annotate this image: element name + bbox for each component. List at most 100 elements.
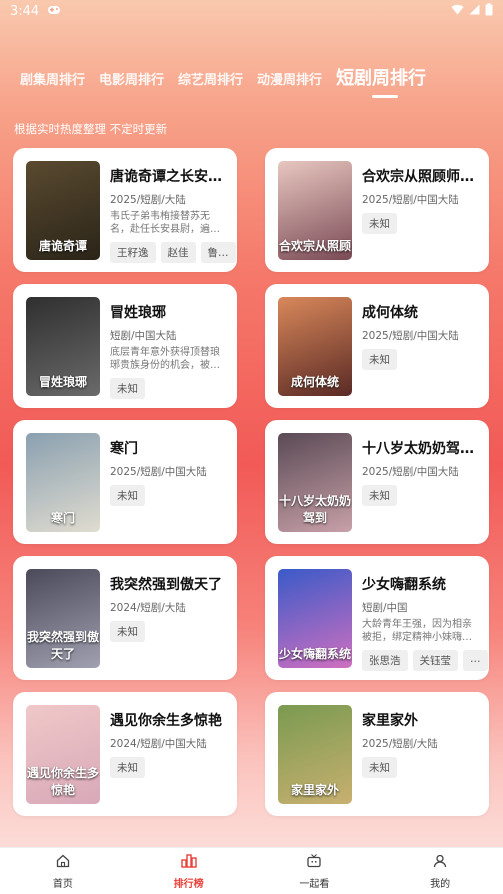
tab-anime[interactable]: 动漫周排行 bbox=[257, 69, 322, 98]
drama-title[interactable]: 家里家外 bbox=[362, 710, 479, 730]
cast-chip[interactable]: 赵佳 bbox=[160, 242, 196, 263]
drama-description: 大龄青年王强，因为相亲被拒，绑定精神小妹嗨… bbox=[362, 619, 472, 643]
cast-chips: 未知 bbox=[362, 485, 479, 506]
drama-meta: 2024/短剧/中国大陆 bbox=[110, 738, 207, 750]
cast-chip[interactable]: 王籽逸 bbox=[110, 242, 156, 263]
drama-poster[interactable]: 成何体统 bbox=[278, 297, 352, 396]
drama-meta: 短剧/中国大陆 bbox=[110, 330, 177, 342]
drama-meta: 2025/短剧/中国大陆 bbox=[362, 330, 459, 342]
home-icon bbox=[56, 853, 70, 872]
status-time: 3:44 bbox=[10, 3, 40, 19]
drama-title[interactable]: 冒姓琅琊 bbox=[110, 302, 227, 322]
wifi-icon bbox=[451, 4, 464, 19]
user-icon bbox=[433, 853, 447, 872]
drama-info: 少女嗨翻系统短剧/中国大龄青年王强，因为相亲被拒，绑定精神小妹嗨… 张思浩 关钰莹… bbox=[362, 574, 488, 671]
drama-poster[interactable]: 我突然强到傲天了 bbox=[26, 569, 100, 668]
cast-chips: 王籽逸 赵佳 鲁… bbox=[110, 242, 236, 263]
cast-chip[interactable]: 未知 bbox=[362, 213, 397, 234]
drama-info: 家里家外 2025/短剧/大陆 未知 bbox=[362, 710, 479, 778]
poster-title: 冒姓琅琊 bbox=[38, 375, 87, 389]
nav-profile[interactable]: 我的 bbox=[377, 848, 503, 894]
drama-description: 韦氏子弟韦栯接替苏无名，赴任长安县尉，遍… bbox=[110, 211, 220, 235]
drama-card[interactable]: 家里家外 家里家外 2025/短剧/大陆 未知 bbox=[265, 692, 489, 816]
poster-title: 合欢宗从照顾 bbox=[278, 239, 351, 253]
gamepad-icon bbox=[47, 4, 61, 19]
drama-title[interactable]: 唐诡奇谭之长安… bbox=[110, 166, 227, 186]
status-bar: 3:44 bbox=[0, 0, 503, 22]
drama-title[interactable]: 我突然强到傲天了 bbox=[110, 574, 227, 594]
drama-description: 底层青年意外获得顶替琅琊贵族身份的机会，被… bbox=[110, 347, 220, 371]
bottom-nav: 首页 排行榜 一起看 我的 bbox=[0, 847, 503, 894]
cast-chip[interactable]: … bbox=[463, 650, 488, 671]
nav-ranking-label: 排行榜 bbox=[173, 878, 204, 890]
drama-card[interactable]: 十八岁太奶奶驾到 十八岁太奶奶驾… 2025/短剧/中国大陆 未知 bbox=[265, 420, 489, 544]
ranking-tabs: 剧集周排行 电影周排行 综艺周排行 动漫周排行 短剧周排行 bbox=[0, 58, 503, 98]
drama-meta: 2025/短剧/大陆 bbox=[110, 194, 186, 206]
drama-info: 我突然强到傲天了 2024/短剧/大陆未知 bbox=[110, 574, 227, 642]
drama-info: 寒门 2025/短剧/中国大陆未知 bbox=[110, 438, 227, 506]
poster-title: 成何体统 bbox=[290, 375, 339, 389]
cast-chip[interactable]: 张思浩 bbox=[362, 650, 408, 671]
drama-title[interactable]: 十八岁太奶奶驾… bbox=[362, 438, 479, 458]
cast-chip[interactable]: 未知 bbox=[362, 757, 397, 778]
drama-poster[interactable]: 十八岁太奶奶驾到 bbox=[278, 433, 352, 532]
drama-card[interactable]: 我突然强到傲天了 我突然强到傲天了 2024/短剧/大陆未知 bbox=[13, 556, 237, 680]
cast-chip[interactable]: 未知 bbox=[362, 349, 397, 370]
cast-chip[interactable]: 未知 bbox=[110, 485, 145, 506]
nav-ranking[interactable]: 排行榜 bbox=[126, 848, 252, 894]
drama-poster[interactable]: 唐诡奇谭 bbox=[26, 161, 100, 260]
tab-variety[interactable]: 综艺周排行 bbox=[178, 69, 243, 98]
drama-poster[interactable]: 合欢宗从照顾 bbox=[278, 161, 352, 260]
poster-title: 寒门 bbox=[50, 511, 75, 525]
drama-card[interactable]: 少女嗨翻系统 少女嗨翻系统 短剧/中国 大龄青年王强，因为相亲被拒，绑定精神小妹嗨… 张… bbox=[265, 556, 489, 680]
poster-title: 遇见你余生多惊艳 bbox=[26, 766, 99, 797]
cast-chips: 未知 bbox=[110, 378, 227, 399]
tv-icon bbox=[307, 853, 322, 872]
tab-short-drama[interactable]: 短剧周排行 bbox=[336, 64, 426, 98]
cast-chip[interactable]: 未知 bbox=[362, 485, 397, 506]
drama-title[interactable]: 遇见你余生多惊艳 bbox=[110, 710, 227, 730]
cast-chips: 未知 bbox=[362, 757, 479, 778]
drama-card[interactable]: 冒姓琅琊 冒姓琅琊 短剧/中国大陆 底层青年意外获得顶替琅琊贵族身份的机会，被… 未知 bbox=[13, 284, 237, 408]
poster-title: 十八岁太奶奶驾到 bbox=[278, 494, 351, 525]
cast-chip[interactable]: 未知 bbox=[110, 378, 145, 399]
signal-icon bbox=[469, 4, 480, 19]
tab-drama[interactable]: 剧集周排行 bbox=[20, 69, 85, 98]
drama-poster[interactable]: 冒姓琅琊 bbox=[26, 297, 100, 396]
drama-card[interactable]: 遇见你余生多惊艳 遇见你余生多惊艳 2024/短剧/中国大陆 未知 bbox=[13, 692, 237, 816]
cast-chip[interactable]: 未知 bbox=[110, 621, 145, 642]
nav-home-label: 首页 bbox=[52, 878, 73, 890]
nav-watch-together-label: 一起看 bbox=[299, 878, 330, 890]
drama-card[interactable]: 寒门 寒门 2025/短剧/中国大陆 未知 bbox=[13, 420, 237, 544]
drama-title[interactable]: 合欢宗从照顾师… bbox=[362, 166, 479, 186]
drama-poster[interactable]: 遇见你余生多惊艳 bbox=[26, 705, 100, 804]
drama-title[interactable]: 寒门 bbox=[110, 438, 227, 458]
nav-home[interactable]: 首页 bbox=[0, 848, 126, 894]
cast-chip[interactable]: 关钰莹 bbox=[412, 650, 458, 671]
drama-poster[interactable]: 少女嗨翻系统 bbox=[278, 569, 352, 668]
drama-title[interactable]: 少女嗨翻系统 bbox=[362, 574, 479, 594]
drama-poster[interactable]: 寒门 bbox=[26, 433, 100, 532]
drama-info: 遇见你余生多惊艳 2024/短剧/中国大陆未知 bbox=[110, 710, 227, 778]
drama-card[interactable]: 合欢宗从照顾 合欢宗从照顾师… 2025/短剧/中国大陆 未知 bbox=[265, 148, 489, 272]
drama-info: 唐诡奇谭之长安… 2025/短剧/大陆韦氏子弟韦栯接替苏无名，赴任长安县尉，遍… 王… bbox=[110, 166, 236, 263]
chart-icon bbox=[180, 853, 197, 872]
cast-chip[interactable]: 鲁… bbox=[200, 242, 236, 263]
drama-card[interactable]: 成何体统 成何体统 2025/短剧/中国大陆 未知 bbox=[265, 284, 489, 408]
nav-profile-label: 我的 bbox=[430, 878, 451, 890]
battery-icon bbox=[485, 2, 493, 20]
drama-title[interactable]: 成何体统 bbox=[362, 302, 479, 322]
drama-poster[interactable]: 家里家外 bbox=[278, 705, 352, 804]
ranking-subtitle: 根据实时热度整理 不定时更新 bbox=[14, 122, 168, 136]
cast-chip[interactable]: 未知 bbox=[110, 757, 145, 778]
cast-chips: 张思浩 关钰莹… bbox=[362, 650, 488, 671]
drama-meta: 短剧/中国 bbox=[362, 602, 408, 614]
nav-watch-together[interactable]: 一起看 bbox=[252, 848, 378, 894]
drama-card[interactable]: 唐诡奇谭 唐诡奇谭之长安… 2025/短剧/大陆韦氏子弟韦栯接替苏无名，赴任长安县尉… bbox=[13, 148, 237, 272]
drama-info: 冒姓琅琊短剧/中国大陆底层青年意外获得顶替琅琊贵族身份的机会，被… 未知 bbox=[110, 302, 227, 399]
drama-meta: 2024/短剧/大陆 bbox=[110, 602, 186, 614]
drama-meta: 2025/短剧/中国大陆 bbox=[110, 466, 207, 478]
cast-chips: 未知 bbox=[110, 757, 227, 778]
poster-title: 少女嗨翻系统 bbox=[278, 647, 351, 661]
tab-movie[interactable]: 电影周排行 bbox=[99, 69, 164, 98]
